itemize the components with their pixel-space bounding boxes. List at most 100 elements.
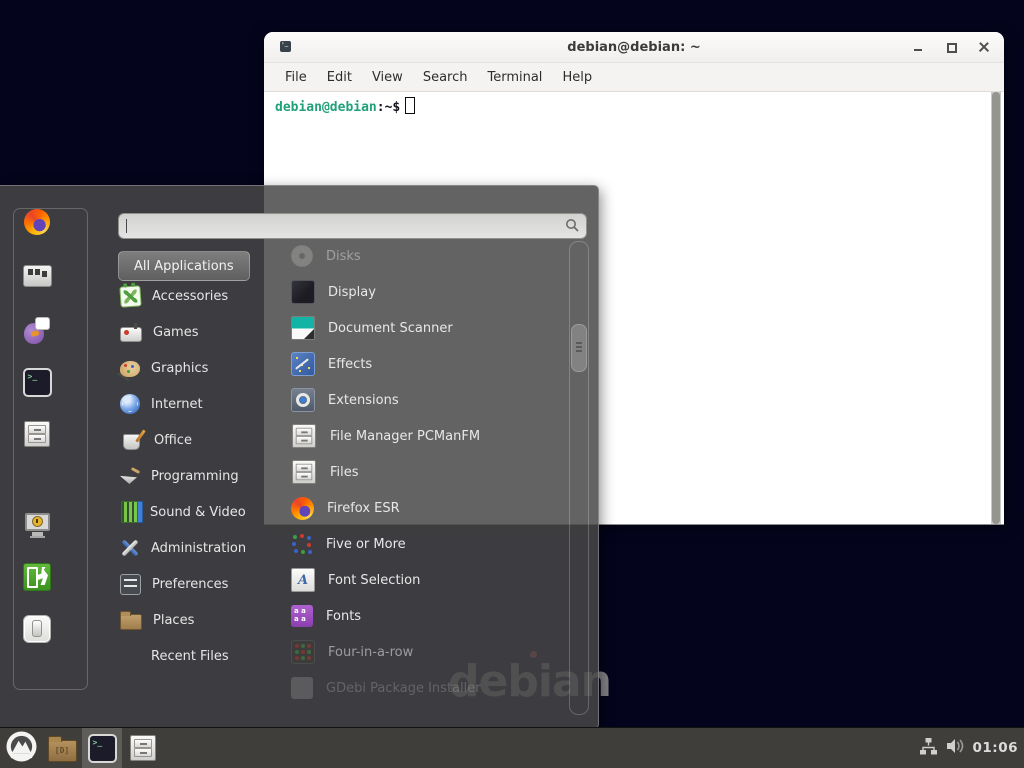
app-item-label: Disks: [326, 249, 361, 264]
file-cabinet-icon: [24, 421, 50, 447]
search-icon: [565, 218, 580, 237]
app-item-disks[interactable]: Disks: [291, 238, 571, 274]
minimize-button[interactable]: [908, 37, 928, 57]
app-item-label: Font Selection: [328, 573, 420, 588]
programming-icon: [120, 466, 140, 486]
desktop: debian debian@debian: ~ File Edit View S…: [0, 0, 1024, 768]
app-item-firefox-esr[interactable]: Firefox ESR: [291, 490, 571, 526]
terminal-icon: [25, 370, 50, 395]
category-graphics[interactable]: Graphics: [120, 350, 270, 386]
terminal-scrollbar-thumb[interactable]: [992, 92, 1000, 524]
menu-search[interactable]: Search: [414, 67, 477, 88]
category-label: Office: [154, 433, 192, 448]
sound-video-icon: [121, 501, 139, 523]
favorite-control-center-button[interactable]: [23, 262, 51, 290]
taskbar-terminal-window-button[interactable]: [82, 728, 122, 768]
taskbar-files-window-button[interactable]: [122, 728, 164, 768]
internet-globe-icon: [120, 394, 140, 414]
category-administration[interactable]: Administration: [120, 530, 270, 566]
category-label: Programming: [151, 469, 239, 484]
app-item-display[interactable]: Display: [291, 274, 571, 310]
menu-scrollbar[interactable]: [569, 241, 589, 715]
log-out-icon: [23, 563, 51, 591]
terminal-icon: [90, 736, 115, 761]
maximize-button[interactable]: [941, 37, 961, 57]
category-internet[interactable]: Internet: [120, 386, 270, 422]
menu-button[interactable]: [0, 728, 42, 768]
category-label: Internet: [151, 397, 203, 412]
shut-down-button[interactable]: [23, 615, 51, 643]
category-office[interactable]: Office: [120, 422, 270, 458]
app-item-files[interactable]: Files: [291, 454, 571, 490]
app-item-file-manager-pcmanfm[interactable]: File Manager PCManFM: [291, 418, 571, 454]
lock-screen-button[interactable]: [23, 511, 51, 539]
app-item-label: Document Scanner: [328, 321, 453, 336]
app-item-label: GDebi Package Installer: [326, 681, 481, 696]
disks-icon: [291, 245, 313, 267]
category-accessories[interactable]: Accessories: [120, 278, 270, 314]
category-label: Administration: [151, 541, 246, 556]
menu-scrollbar-thumb[interactable]: [571, 324, 587, 372]
category-all-applications[interactable]: All Applications: [118, 251, 250, 281]
app-item-label: Display: [328, 285, 376, 300]
category-label: Sound & Video: [150, 505, 246, 520]
applications-menu: All Applications Accessories Games Graph…: [0, 185, 599, 729]
taskbar: 01:06: [0, 727, 1024, 768]
menu-edit[interactable]: Edit: [318, 67, 361, 88]
display-icon: [291, 280, 315, 304]
control-center-icon: [23, 265, 52, 287]
app-item-extensions[interactable]: Extensions: [291, 382, 571, 418]
font-selection-icon: [291, 568, 315, 592]
prompt-user-host: debian@debian: [275, 100, 377, 115]
places-folder-icon: [120, 614, 142, 630]
app-item-four-in-a-row[interactable]: Four-in-a-row: [291, 634, 571, 670]
terminal-window-title: debian@debian: ~: [264, 40, 1004, 55]
file-manager-launcher[interactable]: [42, 728, 82, 768]
network-icon[interactable]: [919, 738, 938, 759]
app-item-font-selection[interactable]: Font Selection: [291, 562, 571, 598]
file-manager-folder-icon: [48, 740, 77, 762]
system-tray: 01:06: [919, 728, 1024, 768]
app-item-fonts[interactable]: Fonts: [291, 598, 571, 634]
menu-file[interactable]: File: [276, 67, 316, 88]
extensions-icon: [291, 388, 315, 412]
five-or-more-icon: [291, 533, 313, 555]
favorite-firefox-button[interactable]: [23, 208, 51, 236]
app-item-label: Four-in-a-row: [328, 645, 413, 660]
category-preferences[interactable]: Preferences: [120, 566, 270, 602]
file-cabinet-icon: [292, 424, 316, 448]
log-out-button[interactable]: [23, 563, 51, 591]
menu-help[interactable]: Help: [553, 67, 601, 88]
favorite-files-button[interactable]: [23, 420, 51, 448]
app-item-label: Effects: [328, 357, 372, 372]
app-item-label: Five or More: [326, 537, 406, 552]
text-caret: [126, 219, 127, 233]
pidgin-icon: [24, 317, 50, 344]
search-input[interactable]: [118, 213, 587, 239]
graphics-icon: [120, 361, 140, 377]
favorite-pidgin-button[interactable]: [23, 316, 51, 344]
clock[interactable]: 01:06: [973, 740, 1018, 756]
app-item-label: Extensions: [328, 393, 399, 408]
category-label: Recent Files: [151, 649, 229, 664]
category-places[interactable]: Places: [120, 602, 270, 638]
category-games[interactable]: Games: [120, 314, 270, 350]
shell-prompt: debian@debian:~$: [275, 97, 415, 115]
app-item-gdebi-package-installer[interactable]: GDebi Package Installer: [291, 670, 571, 706]
app-item-five-or-more[interactable]: Five or More: [291, 526, 571, 562]
document-scanner-icon: [291, 316, 315, 340]
close-button[interactable]: [974, 37, 994, 57]
terminal-scrollbar[interactable]: [991, 92, 1001, 524]
category-recent-files[interactable]: Recent Files: [120, 638, 301, 674]
menu-terminal[interactable]: Terminal: [478, 67, 551, 88]
favorite-terminal-button[interactable]: [23, 368, 51, 396]
office-icon: [123, 434, 140, 450]
file-cabinet-icon: [292, 460, 316, 484]
terminal-titlebar[interactable]: debian@debian: ~: [264, 32, 1004, 63]
volume-icon[interactable]: [946, 738, 965, 758]
app-item-document-scanner[interactable]: Document Scanner: [291, 310, 571, 346]
app-item-effects[interactable]: Effects: [291, 346, 571, 382]
menu-view[interactable]: View: [363, 67, 412, 88]
category-sound-video[interactable]: Sound & Video: [120, 494, 270, 530]
category-programming[interactable]: Programming: [120, 458, 270, 494]
